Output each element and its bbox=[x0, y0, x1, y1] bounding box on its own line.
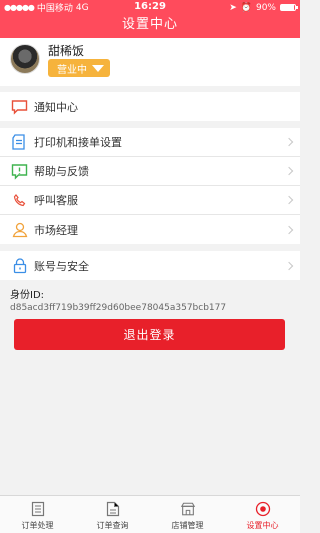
feedback-icon bbox=[11, 163, 28, 180]
chevron-right-icon bbox=[284, 225, 294, 234]
order-doc-icon bbox=[30, 501, 46, 517]
order-search-icon bbox=[105, 501, 121, 517]
menu-item-label: 打印机和接单设置 bbox=[34, 136, 122, 149]
status-bar: ●●●●● 中国移动 4G 16:29 ➤ ⏰ 90% bbox=[0, 0, 300, 14]
tab-order-search[interactable]: 订单查询 bbox=[75, 496, 150, 533]
lock-icon bbox=[11, 257, 28, 274]
person-icon bbox=[11, 221, 28, 238]
menu-item-call[interactable]: 呼叫客服 bbox=[0, 186, 300, 215]
printer-doc-icon bbox=[11, 134, 28, 151]
user-name: 甜稀饭 bbox=[48, 44, 85, 58]
business-status-dropdown[interactable]: 营业中 bbox=[48, 59, 110, 77]
menu-item-printer[interactable]: 打印机和接单设置 bbox=[0, 128, 300, 157]
avatar[interactable] bbox=[10, 44, 40, 74]
clock: 16:29 bbox=[134, 1, 166, 12]
menu-item-label: 帮助与反馈 bbox=[34, 165, 89, 178]
business-status-label: 营业中 bbox=[57, 64, 87, 76]
tab-shop[interactable]: 店铺管理 bbox=[150, 496, 225, 533]
notice-group: 通知中心 bbox=[0, 92, 300, 121]
chevron-down-icon bbox=[92, 64, 104, 72]
chevron-right-icon bbox=[284, 195, 294, 205]
menu-item-manager[interactable]: 市场经理 bbox=[0, 215, 300, 244]
identity-block: 身份ID: d85acd3ff719b39ff29d60bee78045a357… bbox=[0, 280, 300, 313]
tab-label: 订单处理 bbox=[21, 521, 54, 530]
settings-group: 打印机和接单设置 帮助与反馈 呼叫客服 市场经理 bbox=[0, 128, 300, 244]
tab-label: 店铺管理 bbox=[171, 521, 204, 530]
logout-button[interactable]: 退出登录 bbox=[14, 319, 285, 350]
phone-icon bbox=[11, 192, 28, 209]
menu-item-label: 市场经理 bbox=[34, 223, 78, 237]
tab-settings[interactable]: 设置中心 bbox=[225, 496, 300, 533]
settings-target-icon bbox=[255, 501, 271, 517]
message-icon bbox=[11, 98, 28, 115]
tab-order-process[interactable]: 订单处理 bbox=[0, 496, 75, 533]
chevron-right-icon bbox=[284, 166, 294, 176]
identity-label: 身份ID: bbox=[10, 290, 45, 301]
tab-label: 设置中心 bbox=[246, 521, 279, 530]
tab-label: 订单查询 bbox=[96, 521, 129, 530]
identity-value: d85acd3ff719b39ff29d60bee78045a357bcb177 bbox=[10, 303, 227, 313]
page-title: 设置中心 bbox=[121, 17, 178, 32]
menu-item-help[interactable]: 帮助与反馈 bbox=[0, 157, 300, 186]
account-group: 账号与安全 bbox=[0, 251, 300, 280]
tab-bar: 订单处理 订单查询 店铺管理 设置中心 bbox=[0, 495, 300, 533]
menu-item-label: 账号与安全 bbox=[34, 259, 89, 273]
battery-icon bbox=[280, 4, 298, 11]
menu-item-notice[interactable]: 通知中心 bbox=[0, 92, 300, 121]
chevron-right-icon bbox=[284, 137, 294, 147]
chevron-right-icon bbox=[284, 261, 294, 270]
menu-item-label: 呼叫客服 bbox=[34, 194, 78, 207]
menu-item-label: 通知中心 bbox=[34, 100, 78, 114]
menu-item-account[interactable]: 账号与安全 bbox=[0, 251, 300, 280]
header: ●●●●● 中国移动 4G 16:29 ➤ ⏰ 90% 设置中心 bbox=[0, 0, 300, 38]
profile-card: 甜稀饭 营业中 bbox=[0, 38, 300, 86]
shop-icon bbox=[180, 501, 196, 517]
